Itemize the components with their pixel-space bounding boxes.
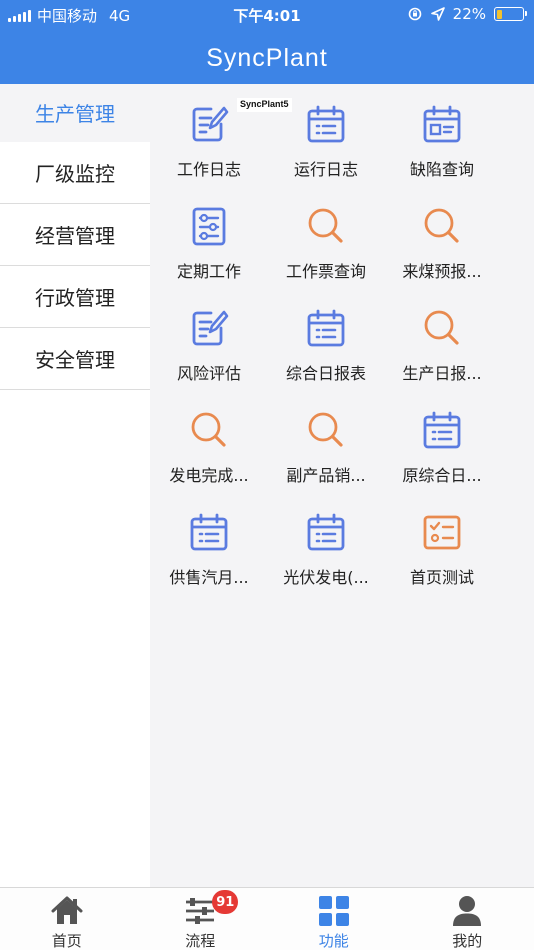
function-item[interactable]: 工作日志 [151, 84, 267, 186]
function-item-label: 供售汽月... [169, 568, 249, 587]
sliders-doc-icon [189, 206, 229, 246]
grid-icon [318, 895, 350, 927]
function-item[interactable]: 定期工作 [151, 186, 267, 288]
tab-label: 首页 [51, 932, 82, 950]
battery-percent: 22% [452, 5, 486, 23]
sidebar-item-3[interactable]: 经营管理 [0, 204, 150, 266]
function-item[interactable]: 光伏发电(... [268, 492, 384, 594]
notification-badge: 91 [212, 890, 239, 914]
top-bar: 中国移动 4G 下午4:01 22% SyncPlant [0, 0, 534, 84]
status-bar: 中国移动 4G 下午4:01 22% [0, 0, 534, 28]
function-item-label: 副产品销... [286, 466, 366, 485]
function-item[interactable]: 来煤预报... [384, 186, 500, 288]
function-item-label: 定期工作 [176, 262, 241, 281]
checklist-icon [422, 512, 462, 552]
tab-label: 功能 [318, 932, 349, 950]
function-grid: SyncPlant5 工作日志 运行日志 缺陷查询 定期工作 工作票查询 来煤预报... 风… [150, 84, 534, 887]
tab-user[interactable]: 我的 [401, 888, 534, 950]
id-card-icon [422, 104, 462, 144]
sliders-icon: 91 [184, 890, 239, 927]
function-item[interactable]: 缺陷查询 [384, 84, 500, 186]
function-item-label: 原综合日... [402, 466, 482, 485]
function-item-label: 缺陷查询 [409, 160, 474, 179]
function-item[interactable]: 副产品销... [268, 390, 384, 492]
category-sidebar: 生产管理 厂级监控 经营管理 行政管理 安全管理 [0, 84, 150, 887]
function-item[interactable]: 风险评估 [151, 288, 267, 390]
search-icon [189, 410, 229, 450]
function-item[interactable]: 生产日报... [384, 288, 500, 390]
function-item[interactable]: 原综合日... [384, 390, 500, 492]
function-item-label: 风险评估 [176, 364, 241, 383]
tab-label: 流程 [185, 932, 216, 950]
function-item-label: 工作日志 [176, 160, 241, 179]
tab-label: 我的 [452, 932, 483, 950]
battery-icon [494, 7, 527, 21]
function-item-label: 综合日报表 [285, 364, 366, 383]
function-item[interactable]: 首页测试 [384, 492, 500, 594]
calendar-icon [306, 308, 346, 348]
function-item-label: 光伏发电(... [283, 568, 369, 587]
location-arrow-icon [430, 7, 445, 21]
function-item-label: 工作票查询 [285, 262, 366, 281]
function-item[interactable]: 发电完成... [151, 390, 267, 492]
function-item-label: 来煤预报... [402, 262, 482, 281]
bottom-tab-bar: 首页 91 流程 功能 我的 [0, 887, 534, 950]
function-item[interactable]: 供售汽月... [151, 492, 267, 594]
search-icon [306, 206, 346, 246]
calendar-icon [306, 512, 346, 552]
function-item-label: 运行日志 [293, 160, 358, 179]
sidebar-item-2[interactable]: 厂级监控 [0, 142, 150, 204]
orientation-lock-icon [408, 7, 421, 21]
sidebar-item-5[interactable]: 安全管理 [0, 328, 150, 390]
function-item-label: 生产日报... [402, 364, 482, 383]
page-title: SyncPlant [206, 44, 328, 72]
edit-doc-icon [189, 308, 229, 348]
home-icon [51, 895, 83, 927]
function-item[interactable]: 运行日志 [268, 84, 384, 186]
function-item[interactable]: 工作票查询 [268, 186, 384, 288]
search-icon [422, 308, 462, 348]
sidebar-item-4[interactable]: 行政管理 [0, 266, 150, 328]
search-icon [306, 410, 346, 450]
edit-doc-icon [189, 104, 229, 144]
function-item[interactable]: 综合日报表 [268, 288, 384, 390]
sidebar-item-1[interactable]: 生产管理 [0, 84, 150, 142]
function-item-label: 首页测试 [409, 568, 474, 587]
search-icon [422, 206, 462, 246]
tab-sliders[interactable]: 91 流程 [134, 888, 268, 950]
tab-grid[interactable]: 功能 [267, 888, 401, 950]
calendar-icon [189, 512, 229, 552]
function-item-label: 发电完成... [169, 466, 249, 485]
calendar-icon [422, 410, 462, 450]
tab-home[interactable]: 首页 [0, 888, 134, 950]
calendar-icon [306, 104, 346, 144]
user-icon [451, 895, 483, 927]
